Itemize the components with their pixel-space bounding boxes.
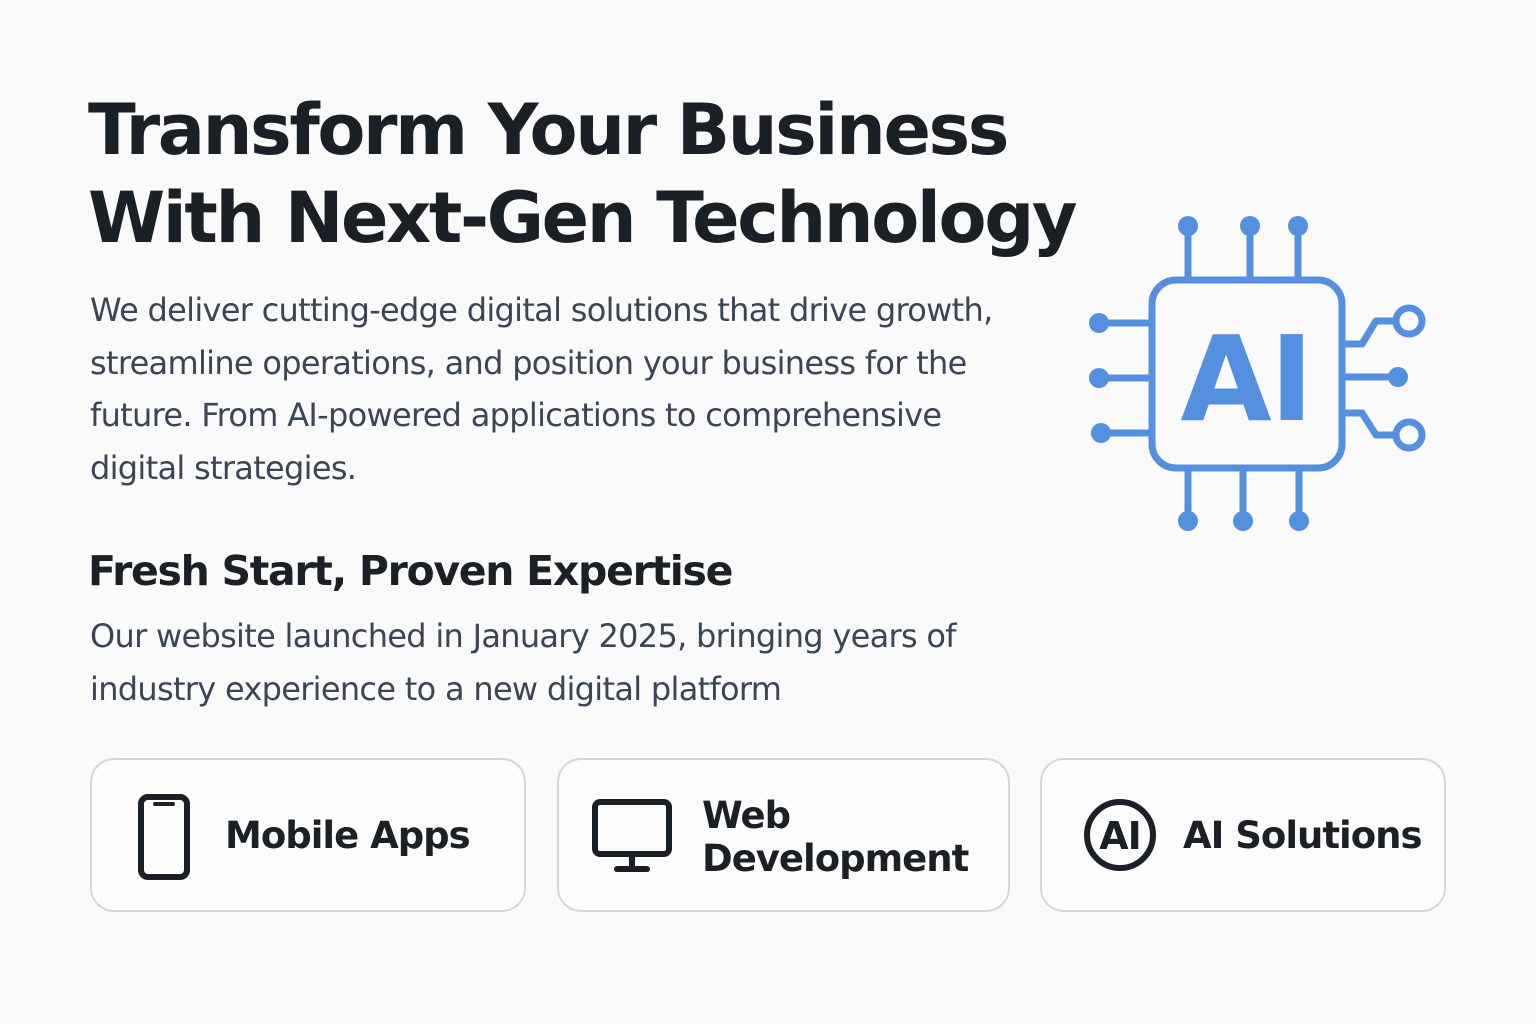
about-description-line: industry experience to a new digital pla… bbox=[90, 669, 782, 708]
ai-chip-icon: AI bbox=[1089, 216, 1426, 531]
about-description-line: Our website launched in January 2025, br… bbox=[90, 617, 957, 655]
service-card-ai-solutions[interactable]: AI AI Solutions bbox=[1040, 758, 1446, 912]
service-card-mobile-apps[interactable]: Mobile Apps bbox=[90, 758, 526, 912]
service-label-line: Web bbox=[702, 794, 791, 837]
monitor-icon bbox=[592, 799, 672, 872]
hero-title-line: Transform Your Business bbox=[88, 89, 1009, 171]
ai-circle-icon-text: AI bbox=[1099, 814, 1141, 858]
about-heading: Fresh Start, Proven Expertise bbox=[88, 547, 733, 595]
hero-description-line: future. From AI-powered applications to … bbox=[90, 396, 942, 434]
about-description: Our website launched in January 2025, br… bbox=[90, 610, 1050, 715]
hero-title-line: With Next-Gen Technology bbox=[88, 177, 1078, 259]
hero-description-line: We deliver cutting-edge digital solution… bbox=[90, 291, 993, 329]
hero-description: We deliver cutting-edge digital solution… bbox=[90, 284, 1050, 494]
page: Transform Your Business With Next-Gen Te… bbox=[0, 0, 1536, 1024]
hero-description-line: streamline operations, and position your… bbox=[90, 343, 967, 382]
service-label-line: Development bbox=[702, 837, 969, 880]
chip-label: AI bbox=[1180, 310, 1311, 448]
ai-circle-icon: AI bbox=[1084, 799, 1156, 871]
service-label: Web Development bbox=[702, 794, 969, 880]
service-label: AI Solutions bbox=[1183, 814, 1423, 857]
service-card-web-development[interactable]: Web Development bbox=[557, 758, 1010, 912]
hero-description-line: digital strategies. bbox=[90, 448, 357, 487]
smartphone-icon bbox=[138, 794, 190, 880]
service-label: Mobile Apps bbox=[225, 814, 471, 857]
hero-title: Transform Your Business With Next-Gen Te… bbox=[88, 86, 1088, 262]
